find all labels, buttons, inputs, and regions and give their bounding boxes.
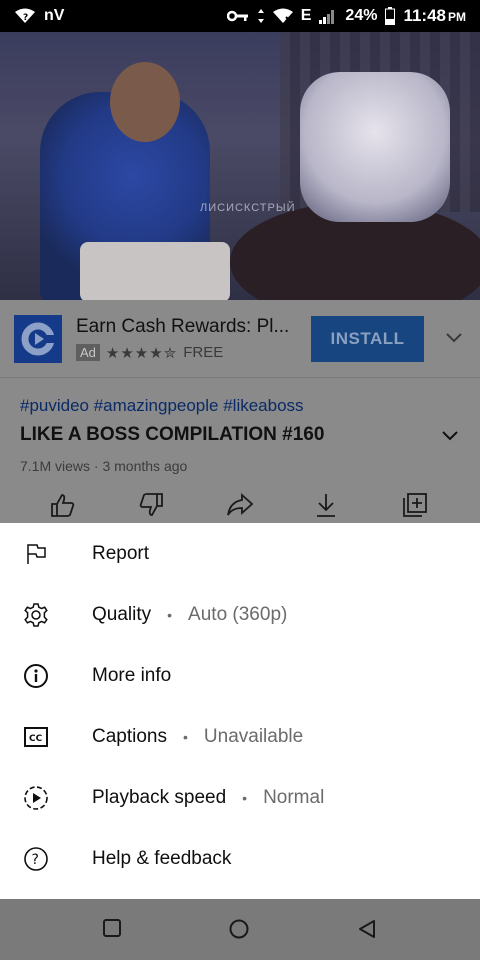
cc-icon: CC <box>22 723 50 751</box>
video-meta: 7.1M views · 3 months ago <box>20 458 188 474</box>
separator-dot: • <box>183 728 188 745</box>
battery-percent: 24% <box>345 7 378 24</box>
ad-rating-stars: ★★★★✮ <box>105 344 178 362</box>
options-bottom-sheet: Report Quality • Auto (360p) More info C… <box>0 523 480 899</box>
chevron-down-icon[interactable] <box>442 428 458 446</box>
video-frame-person <box>300 72 450 222</box>
info-icon <box>22 662 50 690</box>
recents-icon[interactable] <box>103 919 121 942</box>
video-frame-head <box>110 62 180 142</box>
carrier-label: nV <box>44 7 65 24</box>
status-bar: ? nV E 24% 11:48 PM <box>0 0 480 32</box>
playback-speed-value: Normal <box>263 786 325 808</box>
system-nav-bar <box>0 899 480 960</box>
dislike-icon[interactable] <box>138 492 164 523</box>
back-icon[interactable] <box>357 919 377 944</box>
svg-text:CC: CC <box>29 734 43 744</box>
ad-price: FREE <box>183 344 224 361</box>
menu-item-label: More info <box>92 664 172 686</box>
quality-value: Auto (360p) <box>188 603 288 625</box>
clock: 11:48 PM <box>403 6 466 25</box>
video-actions <box>0 490 480 523</box>
playback-speed-icon <box>22 784 50 812</box>
vpn-key-icon <box>226 10 249 22</box>
menu-item-label: Captions <box>92 725 167 747</box>
network-type: E <box>300 7 312 24</box>
download-icon[interactable] <box>314 492 338 523</box>
svg-text:?: ? <box>23 13 28 23</box>
signal-icon <box>319 8 337 24</box>
like-icon[interactable] <box>50 492 76 523</box>
video-player[interactable]: ЛИСИСКСТРЫЙ <box>0 32 480 300</box>
svg-text:?: ? <box>32 852 39 868</box>
flag-icon <box>22 540 50 568</box>
battery-icon <box>385 7 396 25</box>
gear-icon <box>22 601 50 629</box>
menu-item-label: Quality <box>92 603 152 625</box>
wifi-question-icon: ? <box>14 8 36 24</box>
ad-app-logo <box>14 314 62 363</box>
menu-item-help-feedback[interactable]: ? Help & feedback <box>0 828 480 889</box>
menu-item-quality[interactable]: Quality • Auto (360p) <box>0 584 480 645</box>
save-to-playlist-icon[interactable] <box>402 492 428 523</box>
menu-item-more-info[interactable]: More info <box>0 645 480 706</box>
ad-title: Earn Cash Rewards: Pl... <box>76 315 290 337</box>
ad-card[interactable]: Earn Cash Rewards: Pl... Ad ★★★★✮ FREE I… <box>0 300 480 378</box>
data-arrows-icon <box>257 8 265 24</box>
menu-item-report[interactable]: Report <box>0 523 480 584</box>
video-frame-legs <box>80 242 230 300</box>
menu-item-label: Report <box>92 542 150 564</box>
separator-dot: • <box>242 789 248 806</box>
home-icon[interactable] <box>229 919 249 944</box>
menu-item-captions[interactable]: CC Captions • Unavailable <box>0 706 480 767</box>
video-watermark: ЛИСИСКСТРЫЙ <box>200 202 296 214</box>
separator-dot: • <box>167 606 173 623</box>
captions-value: Unavailable <box>203 725 304 747</box>
help-icon: ? <box>22 845 50 873</box>
menu-item-label: Help & feedback <box>92 847 232 869</box>
video-hashtags[interactable]: #puvideo #amazingpeople #likeaboss <box>20 396 304 416</box>
ad-badge: Ad <box>76 344 100 361</box>
menu-item-label: Playback speed <box>92 786 227 808</box>
menu-item-playback-speed[interactable]: Playback speed • Normal <box>0 767 480 828</box>
install-button[interactable]: INSTALL <box>311 316 424 362</box>
wifi-icon <box>272 8 293 24</box>
chevron-down-icon[interactable] <box>446 330 462 348</box>
video-title: LIKE A BOSS COMPILATION #160 <box>20 424 325 445</box>
share-icon[interactable] <box>226 492 254 523</box>
